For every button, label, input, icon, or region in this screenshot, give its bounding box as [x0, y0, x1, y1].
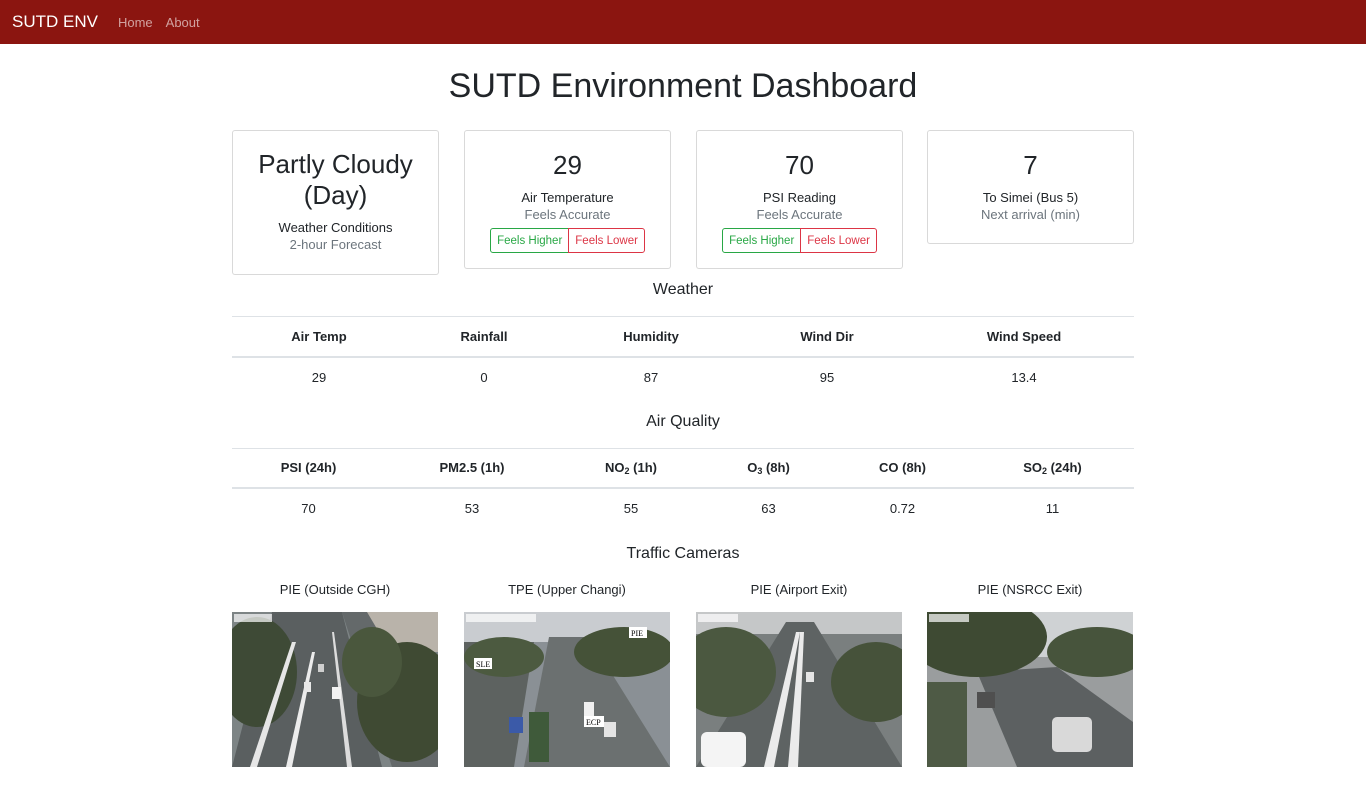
camera-label: TPE (Upper Changi) — [508, 582, 626, 597]
temp-feels-higher-button[interactable]: Feels Higher — [490, 228, 570, 253]
weather-header-row: Air Temp Rainfall Humidity Wind Dir Wind… — [232, 316, 1134, 358]
weather-air-temp-value: 29 — [311, 369, 327, 385]
aq-so2-value: 11 — [1045, 501, 1060, 516]
weather-humidity-value: 87 — [643, 369, 659, 385]
temperature-feedback-buttons: Feels Higher Feels Lower — [490, 228, 645, 253]
nav-link-home[interactable]: Home — [118, 15, 153, 30]
air-temperature-label: Air Temperature — [521, 190, 614, 205]
aq-header-co: CO (8h) — [834, 447, 971, 489]
bus-arrival-label: To Simei (Bus 5) — [982, 190, 1079, 205]
camera-overlay-sle: SLE — [476, 660, 490, 669]
air-quality-header-row: PSI (24h) PM2.5 (1h) NO2 (1h) O3 (8h) CO… — [232, 447, 1134, 489]
camera-image[interactable] — [927, 612, 1133, 767]
brand-link[interactable]: SUTD ENV — [12, 12, 98, 32]
psi-reading-value: 70 — [785, 150, 814, 180]
aq-co-value: 0.72 — [889, 501, 916, 516]
weather-header-rainfall: Rainfall — [406, 316, 562, 358]
summary-cards: Partly Cloudy (Day) Weather Conditions 2… — [232, 130, 1134, 280]
top-navbar: SUTD ENV Home About — [0, 0, 1366, 44]
air-temperature-value: 29 — [553, 150, 582, 180]
psi-reading-label: PSI Reading — [763, 190, 836, 205]
psi-reading-card: 70 PSI Reading Feels Accurate Feels High… — [696, 130, 903, 269]
weather-header-wind-dir: Wind Dir — [740, 316, 914, 358]
bus-arrival-card: 7 To Simei (Bus 5) Next arrival (min) — [927, 130, 1134, 244]
camera-label: PIE (NSRCC Exit) — [977, 582, 1083, 597]
aq-header-psi: PSI (24h) — [232, 447, 385, 489]
weather-rainfall-value: 0 — [480, 369, 488, 385]
weather-table: Air Temp Rainfall Humidity Wind Dir Wind… — [232, 316, 1134, 397]
weather-conditions-label: Weather Conditions — [278, 220, 393, 235]
aq-pm25-value: 53 — [464, 501, 480, 516]
weather-section-title: Weather — [652, 281, 714, 298]
aq-o3-value: 63 — [761, 501, 776, 516]
camera-label: PIE (Airport Exit) — [750, 582, 848, 597]
camera-overlay-pie: PIE — [631, 629, 643, 638]
camera-pie-airport-exit: PIE (Airport Exit) — [696, 580, 902, 767]
temp-feels-lower-button[interactable]: Feels Lower — [568, 228, 645, 253]
psi-feels-lower-button[interactable]: Feels Lower — [800, 228, 877, 253]
aq-psi-value: 70 — [301, 501, 316, 516]
air-temperature-feel: Feels Accurate — [524, 207, 611, 222]
camera-image[interactable] — [696, 612, 902, 767]
weather-header-wind-speed: Wind Speed — [914, 316, 1134, 358]
camera-label: PIE (Outside CGH) — [279, 582, 391, 597]
bus-arrival-sublabel: Next arrival (min) — [981, 207, 1080, 222]
table-row: 29 0 87 95 13.4 — [232, 357, 1134, 397]
weather-condition-value: Partly Cloudy (Day) — [258, 149, 413, 210]
aq-header-o3: O3 (8h) — [703, 447, 834, 489]
bus-arrival-value: 7 — [1023, 150, 1038, 180]
camera-image[interactable]: PIE SLE ECP — [464, 612, 670, 767]
psi-feedback-buttons: Feels Higher Feels Lower — [722, 228, 877, 253]
air-quality-table: PSI (24h) PM2.5 (1h) NO2 (1h) O3 (8h) CO… — [232, 447, 1134, 529]
air-temperature-card: 29 Air Temperature Feels Accurate Feels … — [464, 130, 671, 269]
weather-wind-speed-value: 13.4 — [1011, 369, 1037, 385]
camera-pie-outside-cgh: PIE (Outside CGH) — [232, 580, 438, 767]
table-row: 70 53 55 63 0.72 11 — [232, 488, 1134, 528]
psi-feels-higher-button[interactable]: Feels Higher — [722, 228, 802, 253]
forecast-sublabel: 2-hour Forecast — [289, 237, 382, 252]
page-title: SUTD Environment Dashboard — [448, 67, 918, 105]
air-quality-section-title: Air Quality — [646, 412, 720, 430]
aq-header-no2: NO2 (1h) — [559, 447, 703, 489]
camera-tpe-upper-changi: TPE (Upper Changi) PIE SLE ECP — [464, 580, 670, 767]
camera-overlay-ecp: ECP — [586, 718, 601, 727]
weather-header-humidity: Humidity — [562, 316, 740, 358]
traffic-section-title: Traffic Cameras — [626, 545, 740, 562]
weather-wind-dir-value: 95 — [819, 369, 835, 385]
aq-header-pm25: PM2.5 (1h) — [385, 447, 559, 489]
camera-pie-nsrcc-exit: PIE (NSRCC Exit) — [927, 580, 1133, 767]
psi-feel: Feels Accurate — [756, 207, 843, 222]
aq-no2-value: 55 — [623, 501, 639, 516]
weather-conditions-card: Partly Cloudy (Day) Weather Conditions 2… — [232, 130, 439, 275]
weather-header-air-temp: Air Temp — [232, 316, 406, 358]
nav-link-about[interactable]: About — [166, 15, 200, 30]
camera-image[interactable] — [232, 612, 438, 767]
aq-header-so2: SO2 (24h) — [971, 447, 1134, 489]
traffic-cameras: PIE (Outside CGH) TPE (Upper Changi) PIE… — [232, 580, 1134, 788]
